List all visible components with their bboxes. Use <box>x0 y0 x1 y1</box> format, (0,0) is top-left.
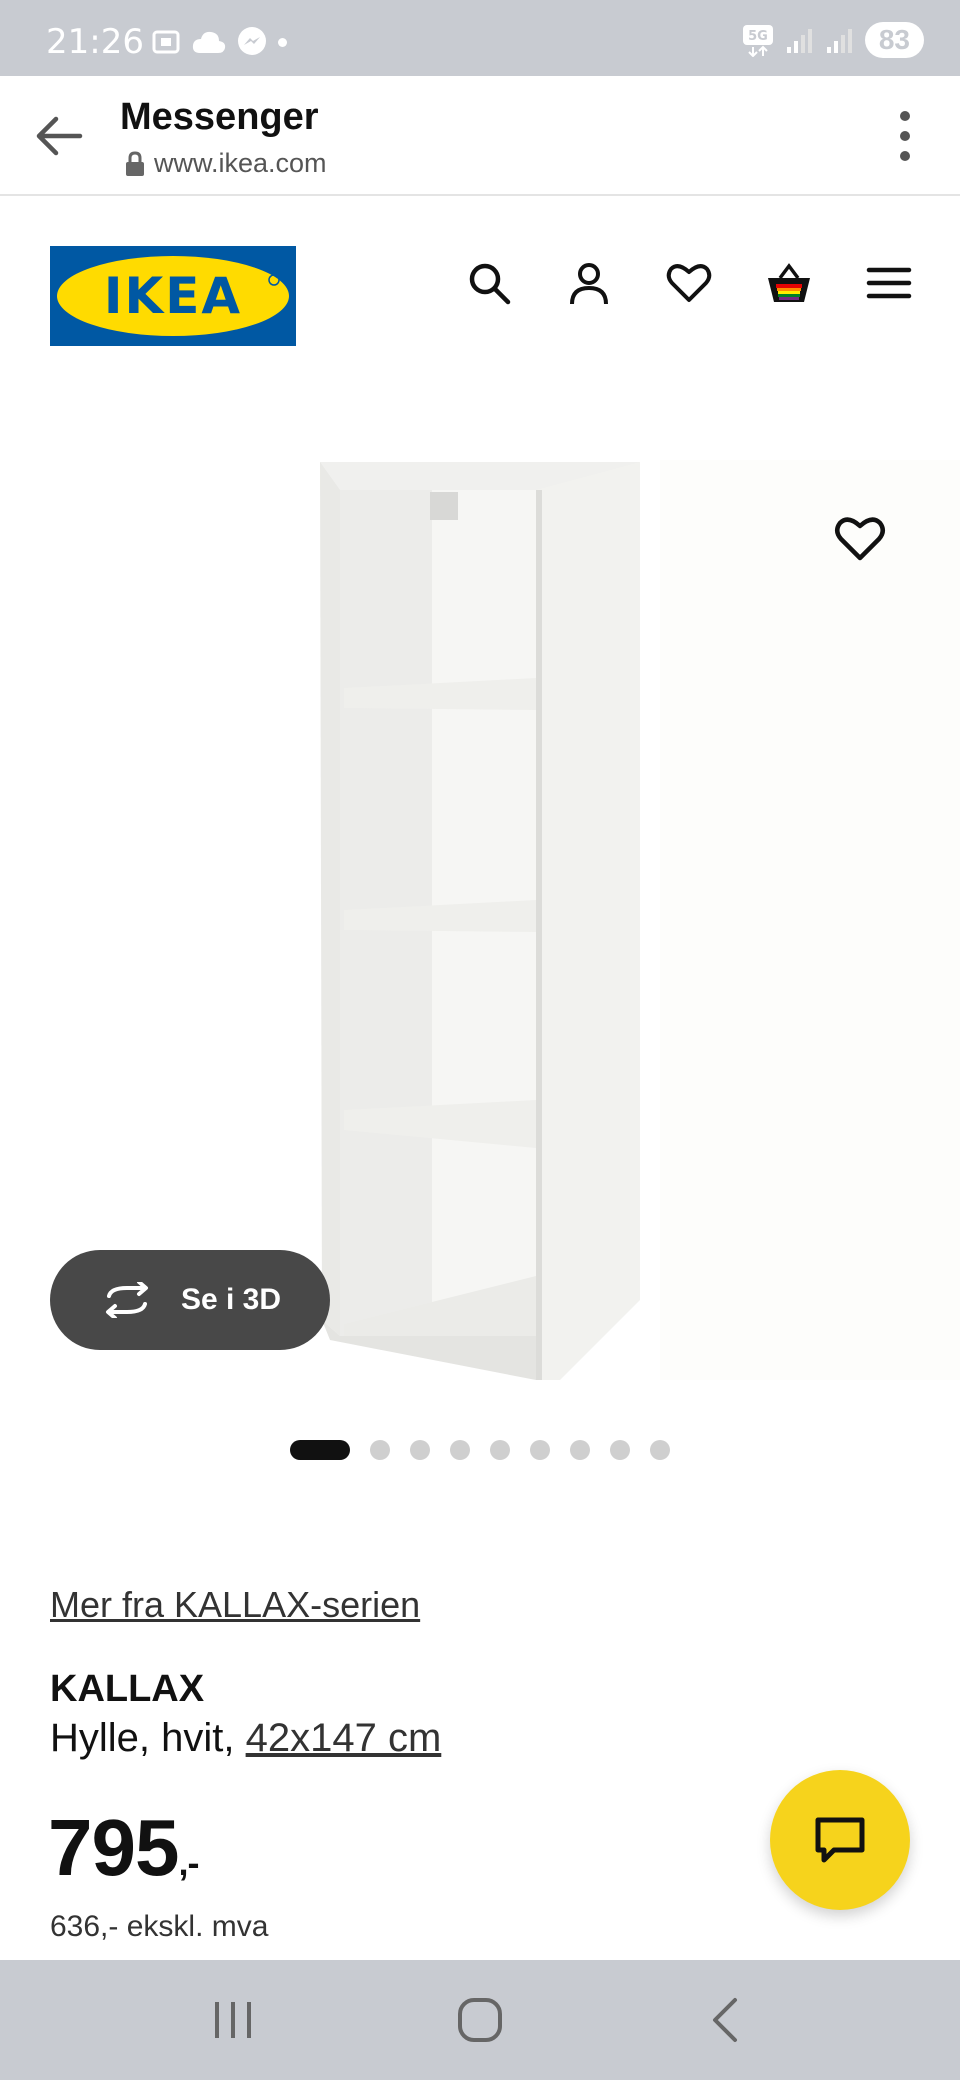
pagination-dot-active[interactable] <box>290 1440 350 1460</box>
signal-icon <box>786 29 812 53</box>
browser-bar: Messenger www.ikea.com <box>0 76 960 196</box>
pagination-dot[interactable] <box>610 1440 630 1460</box>
status-system-icons: 5G 83 <box>741 22 924 58</box>
lock-icon <box>126 150 144 176</box>
back-arrow-icon[interactable] <box>30 106 90 166</box>
logo-text: IKEA <box>104 267 242 325</box>
pagination-dot[interactable] <box>490 1440 510 1460</box>
cloud-icon <box>192 31 226 53</box>
search-icon[interactable] <box>466 260 512 306</box>
browser-url[interactable]: www.ikea.com <box>124 148 327 179</box>
messenger-icon <box>238 27 266 55</box>
product-description-text: Hylle, hvit, <box>50 1716 246 1760</box>
chat-button[interactable] <box>770 1770 910 1910</box>
pagination-dot[interactable] <box>370 1440 390 1460</box>
gallery-pagination <box>0 1440 960 1460</box>
view-3d-label: Se i 3D <box>180 1283 282 1316</box>
chat-icon <box>815 1817 865 1863</box>
product-name: KALLAX <box>50 1668 205 1710</box>
notification-dot <box>278 37 287 47</box>
system-nav-bar <box>0 1960 960 2080</box>
product-description: Hylle, hvit, 42x147 cm <box>50 1716 441 1761</box>
more-options-icon[interactable] <box>890 106 920 166</box>
price-suffix: ,- <box>178 1842 199 1883</box>
pagination-dot[interactable] <box>450 1440 470 1460</box>
battery-indicator: 83 <box>864 22 924 58</box>
url-text: www.ikea.com <box>154 148 327 178</box>
price-main: 795 <box>48 1803 179 1892</box>
status-time: 21:26 <box>46 22 144 62</box>
header-icons <box>466 260 912 306</box>
pagination-dot[interactable] <box>410 1440 430 1460</box>
size-link[interactable]: 42x147 cm <box>246 1716 442 1760</box>
network-5g-icon: 5G <box>742 25 773 57</box>
pagination-dot[interactable] <box>570 1440 590 1460</box>
basket-icon[interactable] <box>766 260 812 306</box>
heart-icon[interactable] <box>666 260 712 306</box>
recent-apps-icon[interactable] <box>203 1990 263 2050</box>
pagination-dot[interactable] <box>530 1440 550 1460</box>
account-icon[interactable] <box>566 260 612 306</box>
home-icon[interactable] <box>450 1990 510 2050</box>
signal-icon-2 <box>826 29 852 53</box>
favourite-button-icon[interactable] <box>834 512 886 564</box>
view-3d-button[interactable]: Se i 3D <box>50 1250 330 1350</box>
browser-title: Messenger <box>120 96 319 138</box>
status-bar: 21:26 5G 83 <box>0 0 960 76</box>
status-notification-icons <box>150 26 287 58</box>
price: 795,- <box>48 1802 199 1894</box>
ikea-logo[interactable]: IKEA <box>50 246 296 346</box>
menu-icon[interactable] <box>866 260 912 306</box>
price-excl-vat: 636,- ekskl. mva <box>50 1910 269 1943</box>
pagination-dot[interactable] <box>650 1440 670 1460</box>
series-link[interactable]: Mer fra KALLAX-serien <box>50 1584 420 1626</box>
system-back-icon[interactable] <box>697 1990 757 2050</box>
rotate-3d-icon <box>105 1282 148 1318</box>
svg-text:5G: 5G <box>748 29 768 44</box>
screenshot-icon <box>152 30 180 54</box>
